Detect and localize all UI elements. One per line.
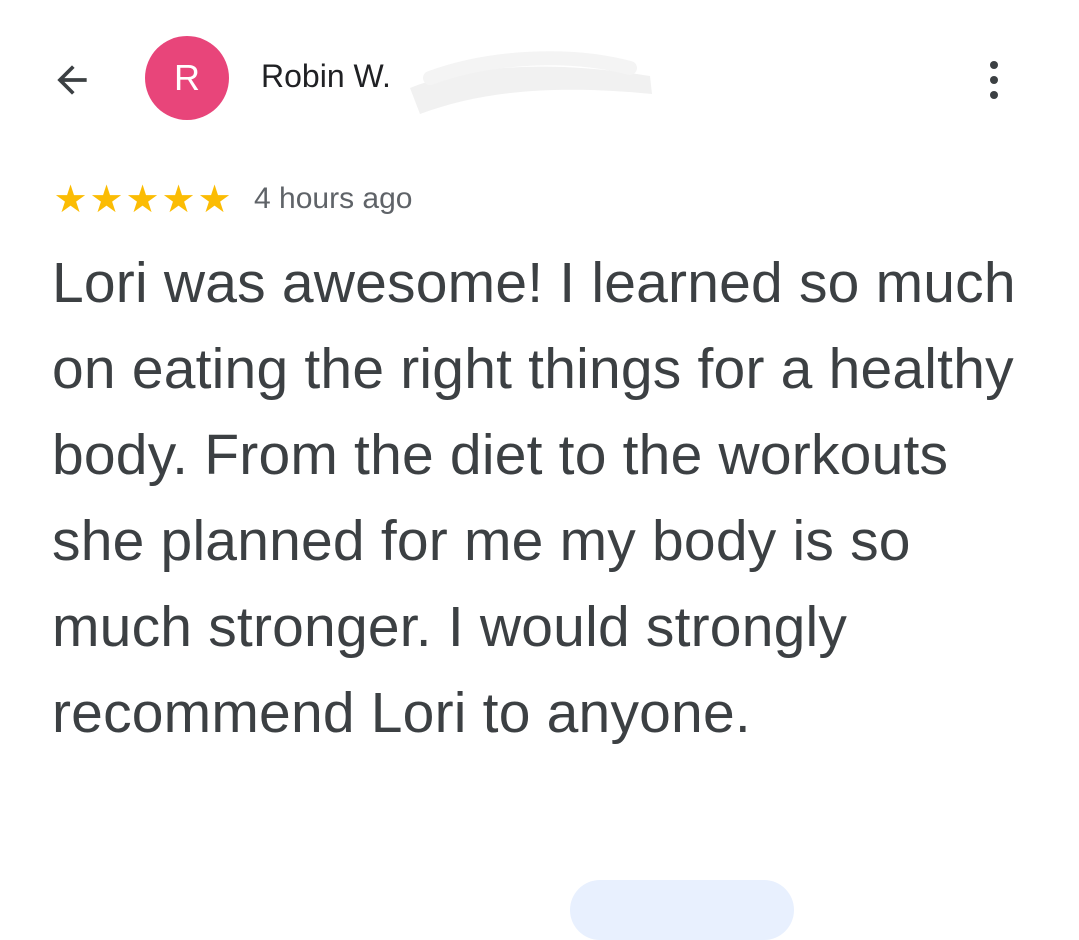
name-redaction-smudge (410, 51, 652, 114)
back-button[interactable] (44, 52, 100, 108)
more-options-button[interactable] (966, 52, 1022, 108)
star-rating: ★ ★ ★ ★ ★ (52, 180, 232, 218)
avatar[interactable]: R (145, 36, 229, 120)
star-icon: ★ (161, 177, 195, 221)
more-vert-icon (990, 61, 998, 69)
star-icon: ★ (89, 177, 123, 221)
avatar-letter: R (174, 57, 200, 98)
star-icon: ★ (125, 177, 159, 221)
star-icon: ★ (197, 177, 231, 221)
star-icon: ★ (53, 177, 87, 221)
bottom-action-pill[interactable] (570, 880, 794, 940)
reviewer-name[interactable]: Robin W. (261, 58, 391, 95)
review-card: R Robin W. ★ ★ ★ ★ ★ 4 hours ago Lori wa… (0, 0, 1079, 940)
review-text: Lori was awesome! I learned so much on e… (52, 251, 1016, 745)
review-time: 4 hours ago (254, 182, 413, 215)
arrow-left-icon (57, 65, 87, 95)
review-header: R Robin W. (0, 0, 1079, 150)
review-meta: ★ ★ ★ ★ ★ 4 hours ago (52, 178, 412, 220)
